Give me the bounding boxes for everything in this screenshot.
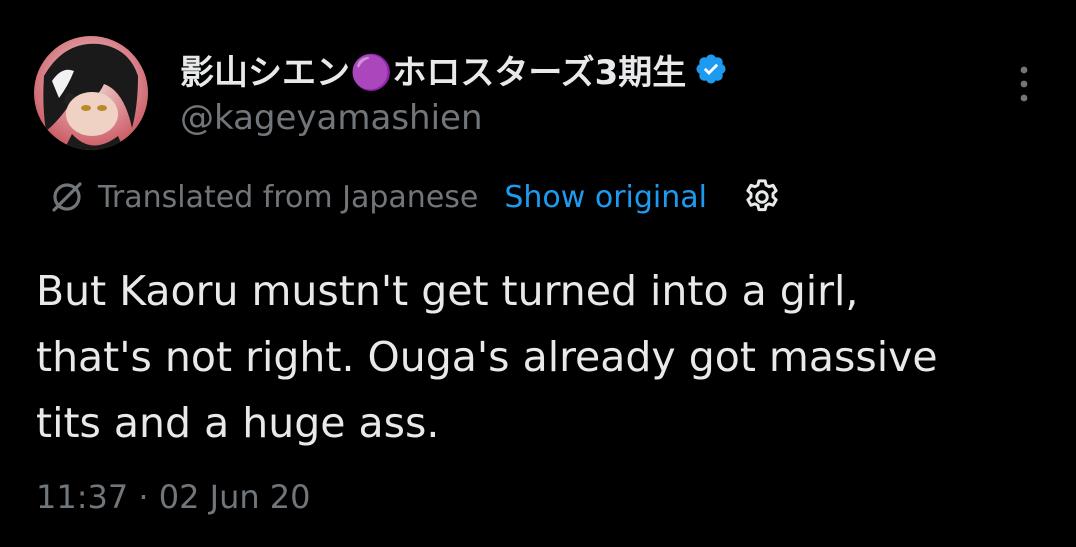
display-name[interactable]: 影山シエン🟣ホロスターズ3期生 bbox=[180, 45, 686, 94]
tweet-timestamp[interactable]: 11:37 · 02 Jun 20 bbox=[36, 478, 311, 516]
gear-icon[interactable] bbox=[741, 176, 783, 218]
translated-label: Translated from Japanese bbox=[98, 179, 479, 215]
translate-icon bbox=[46, 176, 88, 218]
author-name-row: 影山シエン🟣ホロスターズ3期生 bbox=[180, 44, 728, 94]
translation-bar: Translated from Japanese Show original bbox=[46, 174, 783, 220]
more-vertical-icon[interactable] bbox=[1006, 62, 1042, 106]
author-handle[interactable]: @kageyamashien bbox=[180, 98, 483, 138]
tweet-text: But Kaoru mustn't get turned into a girl… bbox=[36, 267, 938, 447]
verified-badge-icon[interactable] bbox=[694, 52, 728, 86]
avatar[interactable] bbox=[34, 36, 148, 150]
show-original-link[interactable]: Show original bbox=[504, 180, 707, 215]
